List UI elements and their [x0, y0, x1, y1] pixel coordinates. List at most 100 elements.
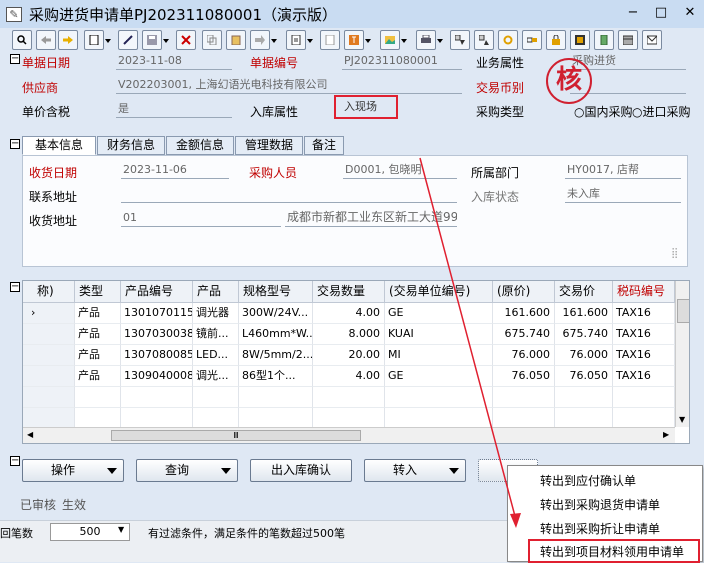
grid-cell[interactable]: GE — [385, 303, 493, 324]
grid-cell[interactable]: 76.050 — [555, 366, 613, 387]
receive-addr-field[interactable]: 成都市新都工业东区新工大道99 — [285, 209, 457, 227]
grid-cell[interactable]: 76.000 — [555, 345, 613, 366]
row-selector[interactable] — [23, 366, 75, 387]
grid-cell[interactable]: 1307080085 — [121, 345, 193, 366]
grid-cell[interactable]: 86型1个... — [239, 366, 313, 387]
grid-cell[interactable]: 产品 — [75, 366, 121, 387]
supplier-field[interactable]: V202203001, 上海幻语光电科技有限公司 — [116, 76, 462, 94]
count-dropdown-icon[interactable]: ▼ — [118, 525, 124, 534]
grid-cell[interactable]: 产品 — [75, 345, 121, 366]
vertical-scrollbar[interactable]: ▼ — [675, 281, 689, 427]
grid-cell[interactable] — [555, 408, 613, 429]
grid-collapse-toggle[interactable]: − — [10, 282, 20, 292]
column-header[interactable]: (原价) — [493, 281, 555, 303]
grid-cell[interactable] — [75, 408, 121, 429]
grid-cell[interactable]: 产品 — [75, 324, 121, 345]
tax-included-field[interactable]: 是 — [116, 100, 232, 118]
buyer-field[interactable]: D0001, 包晓明 — [343, 161, 457, 179]
stock-attr-field[interactable]: 入现场 — [334, 95, 398, 119]
grid-cell[interactable]: TAX16 — [613, 303, 675, 324]
receive-date-field[interactable]: 2023-11-06 — [121, 161, 229, 179]
grid-cell[interactable] — [613, 408, 675, 429]
vertical-scroll-thumb[interactable] — [677, 299, 689, 323]
grid-cell[interactable] — [385, 408, 493, 429]
row-selector[interactable] — [23, 408, 75, 429]
grid-cell[interactable]: 20.00 — [313, 345, 385, 366]
edit-icon[interactable] — [118, 30, 138, 50]
refresh-icon[interactable] — [498, 30, 518, 50]
column-header[interactable]: 称) — [23, 281, 75, 303]
close-button[interactable]: ✕ — [681, 5, 699, 21]
scroll-down-icon[interactable]: ▼ — [679, 415, 685, 424]
column-header[interactable]: 规格型号 — [239, 281, 313, 303]
grid-cell[interactable] — [555, 387, 613, 408]
search-icon[interactable] — [12, 30, 32, 50]
contact-addr-field[interactable] — [121, 185, 457, 203]
image-icon[interactable] — [380, 30, 407, 50]
check-document-icon[interactable] — [320, 30, 340, 50]
grid-cell[interactable] — [493, 387, 555, 408]
note-icon[interactable] — [594, 30, 614, 50]
column-header[interactable]: 产品编号 — [121, 281, 193, 303]
row-selector[interactable]: › — [23, 303, 75, 324]
grid-cell[interactable] — [193, 387, 239, 408]
sort-icon[interactable] — [474, 30, 494, 50]
tabs-collapse-toggle[interactable]: − — [10, 139, 20, 149]
operate-button[interactable]: 操作 — [22, 459, 124, 482]
lock-icon[interactable] — [546, 30, 566, 50]
grid-cell[interactable]: TAX16 — [613, 345, 675, 366]
column-header[interactable]: 产品 — [193, 281, 239, 303]
grid-cell[interactable] — [75, 387, 121, 408]
grid-cell[interactable]: 4.00 — [313, 303, 385, 324]
grid-cell[interactable] — [239, 408, 313, 429]
arrow-left-icon[interactable] — [36, 30, 56, 50]
grid-cell[interactable] — [613, 387, 675, 408]
save-icon[interactable] — [142, 30, 169, 50]
grid-cell[interactable]: 675.740 — [555, 324, 613, 345]
grid-cell[interactable]: 675.740 — [493, 324, 555, 345]
grid-cell[interactable]: LED... — [193, 345, 239, 366]
grid-cell[interactable]: 1307030038 — [121, 324, 193, 345]
report-icon[interactable] — [344, 30, 371, 50]
menu-item-project-material-request[interactable]: 转出到项目材料领用申请单 — [528, 539, 700, 563]
grid-cell[interactable]: 1309040008 — [121, 366, 193, 387]
receive-addr-code-field[interactable]: 01 — [121, 209, 281, 227]
minimize-button[interactable]: − — [624, 5, 642, 21]
doc-no-field[interactable]: PJ202311080001 — [342, 52, 462, 70]
delete-icon[interactable] — [176, 30, 196, 50]
filter-icon[interactable] — [450, 30, 470, 50]
tab-amount-info[interactable]: 金额信息 — [166, 136, 234, 155]
mail-icon[interactable] — [642, 30, 662, 50]
tab-management-data[interactable]: 管理数据 — [235, 136, 303, 155]
actions-collapse-toggle[interactable]: − — [10, 456, 20, 466]
tab-financial-info[interactable]: 财务信息 — [97, 136, 165, 155]
grid-cell[interactable]: 调光器 — [193, 303, 239, 324]
grid-cell[interactable]: 300W/24V... — [239, 303, 313, 324]
copy-icon[interactable] — [202, 30, 222, 50]
grid-cell[interactable]: GE — [385, 366, 493, 387]
query-button[interactable]: 查询 — [136, 459, 238, 482]
transfer-in-button[interactable]: 转入 — [364, 459, 466, 482]
grid-cell[interactable]: MI — [385, 345, 493, 366]
header-collapse-toggle[interactable]: − — [10, 54, 20, 64]
grid-cell[interactable]: 调光... — [193, 366, 239, 387]
grid-cell[interactable]: 8W/5mm/2... — [239, 345, 313, 366]
transfer-icon[interactable] — [250, 30, 277, 50]
grid-cell[interactable]: 161.600 — [493, 303, 555, 324]
horizontal-scrollbar[interactable]: ◀ Ⅲ ▶ — [23, 427, 675, 443]
scroll-left-icon[interactable]: ◀ — [27, 430, 33, 439]
grid-cell[interactable]: 8.000 — [313, 324, 385, 345]
arrow-right-icon[interactable] — [58, 30, 78, 50]
tab-remarks[interactable]: 备注 — [304, 136, 344, 155]
grid-cell[interactable]: L460mm*W... — [239, 324, 313, 345]
io-confirm-button[interactable]: 出入库确认 — [250, 459, 352, 482]
grid-cell[interactable]: 镜前... — [193, 324, 239, 345]
grid-cell[interactable]: TAX16 — [613, 366, 675, 387]
row-selector[interactable] — [23, 324, 75, 345]
doc-date-field[interactable]: 2023-11-08 — [116, 52, 232, 70]
grid-cell[interactable]: 4.00 — [313, 366, 385, 387]
column-header[interactable]: 交易数量 — [313, 281, 385, 303]
grid-cell[interactable] — [493, 408, 555, 429]
print-icon[interactable] — [416, 30, 443, 50]
grid-cell[interactable]: 1301070115 — [121, 303, 193, 324]
